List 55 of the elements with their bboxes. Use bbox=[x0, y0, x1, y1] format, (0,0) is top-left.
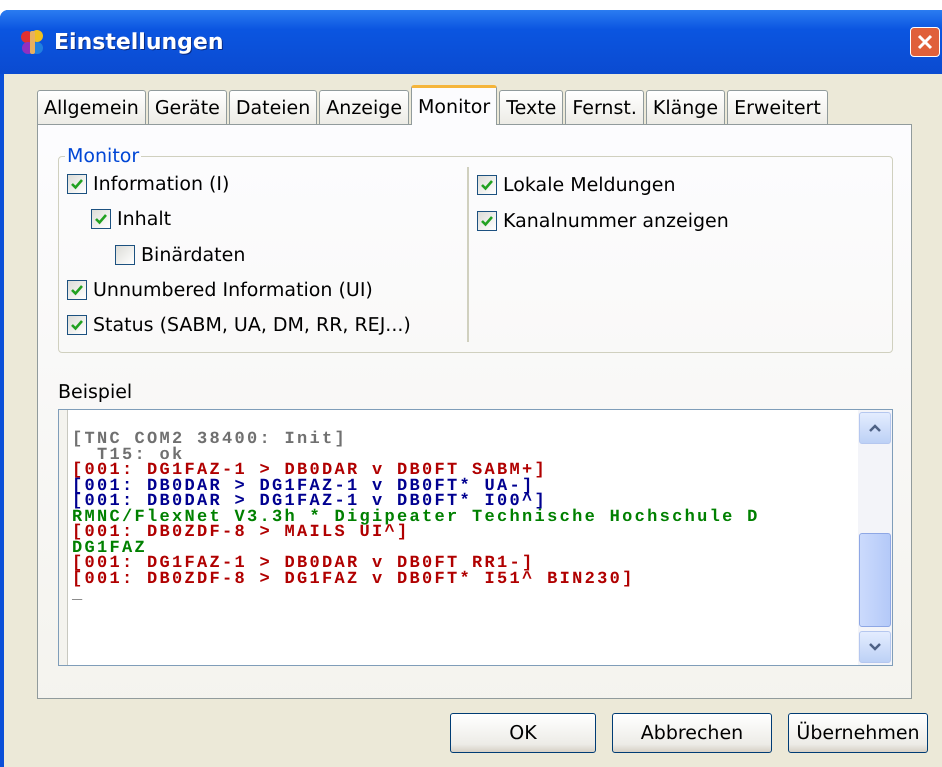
checkbox[interactable] bbox=[477, 211, 497, 231]
caret-down-icon bbox=[868, 642, 882, 652]
checkbox-label[interactable]: Kanalnummer anzeigen bbox=[503, 210, 729, 232]
checkbox-label[interactable]: Information (I) bbox=[93, 173, 230, 196]
checkbox-label[interactable]: Lokale Meldungen bbox=[503, 174, 676, 196]
checkbox[interactable] bbox=[67, 174, 87, 194]
close-button[interactable] bbox=[910, 27, 940, 57]
monitor-line: RMNC/FlexNet V3.3h * Digipeater Technische Hochschule D bbox=[72, 510, 760, 525]
scroll-up-button[interactable] bbox=[859, 412, 891, 444]
monitor-line: [001: DG1FAZ-1 > DB0DAR v DB0FT RR1-] bbox=[72, 556, 535, 572]
tab[interactable]: Monitor bbox=[411, 85, 498, 125]
example-label: Beispiel bbox=[58, 381, 134, 403]
scrollbar[interactable] bbox=[858, 410, 892, 665]
app-icon bbox=[18, 27, 46, 57]
close-icon bbox=[916, 33, 934, 51]
checkbox[interactable] bbox=[91, 209, 111, 230]
checkbox-label[interactable]: Binärdaten bbox=[141, 244, 246, 266]
dialog-button[interactable]: Übernehmen bbox=[788, 713, 928, 753]
checkmark-icon bbox=[94, 212, 108, 226]
monitor-line: [001: DG1FAZ-1 > DB0DAR v DB0FT SABM+] bbox=[72, 463, 548, 478]
tab[interactable]: Geräte bbox=[148, 90, 227, 124]
tab[interactable]: Erweitert bbox=[727, 90, 828, 124]
checkbox[interactable] bbox=[67, 280, 87, 300]
monitor-line: [TNC COM2 38400: Init] bbox=[72, 432, 348, 448]
window-title: Einstellungen bbox=[54, 30, 224, 54]
caret-up-icon bbox=[868, 423, 882, 433]
checkbox-label[interactable]: Inhalt bbox=[117, 208, 172, 230]
checkbox[interactable] bbox=[67, 314, 87, 335]
checkbox-label[interactable]: Unnumbered Information (UI) bbox=[93, 279, 373, 302]
monitor-line: [001: DB0ZDF-8 > MAILS UI^] bbox=[72, 525, 410, 540]
monitor-line: _ bbox=[72, 587, 85, 602]
tab[interactable]: Klänge bbox=[646, 90, 726, 124]
monitor-line: [001: DB0DAR > DG1FAZ-1 v DB0FT* UA-] bbox=[72, 478, 535, 494]
scroll-down-button[interactable] bbox=[859, 631, 891, 663]
monitor-line: T15: ok bbox=[97, 448, 185, 463]
scroll-thumb[interactable] bbox=[859, 533, 891, 627]
tab[interactable]: Allgemein bbox=[37, 90, 146, 124]
tab[interactable]: Texte bbox=[499, 90, 564, 124]
monitor-line: [001: DB0DAR > DG1FAZ-1 v DB0FT* I00^] bbox=[72, 494, 548, 510]
checkmark-icon bbox=[70, 283, 84, 298]
group-title: Monitor bbox=[66, 145, 140, 167]
checkmark-icon bbox=[70, 177, 84, 192]
checkmark-icon bbox=[70, 318, 84, 332]
tab[interactable]: Dateien bbox=[228, 90, 318, 124]
checkmark-icon bbox=[480, 178, 494, 192]
dialog-button[interactable]: Abbrechen bbox=[612, 713, 772, 753]
checkbox-label[interactable]: Status (SABM, UA, DM, RR, REJ...) bbox=[93, 314, 411, 336]
monitor-line: DG1FAZ bbox=[72, 540, 148, 556]
monitor-line: [001: DB0ZDF-8 > DG1FAZ v DB0FT* I51^ BIN230] bbox=[72, 572, 635, 587]
checkbox[interactable] bbox=[477, 175, 497, 195]
checkbox[interactable] bbox=[115, 245, 135, 266]
dialog-button[interactable]: OK bbox=[450, 713, 596, 753]
tab[interactable]: Anzeige bbox=[319, 90, 410, 124]
tab[interactable]: Fernst. bbox=[565, 90, 644, 124]
checkmark-icon bbox=[480, 214, 494, 228]
